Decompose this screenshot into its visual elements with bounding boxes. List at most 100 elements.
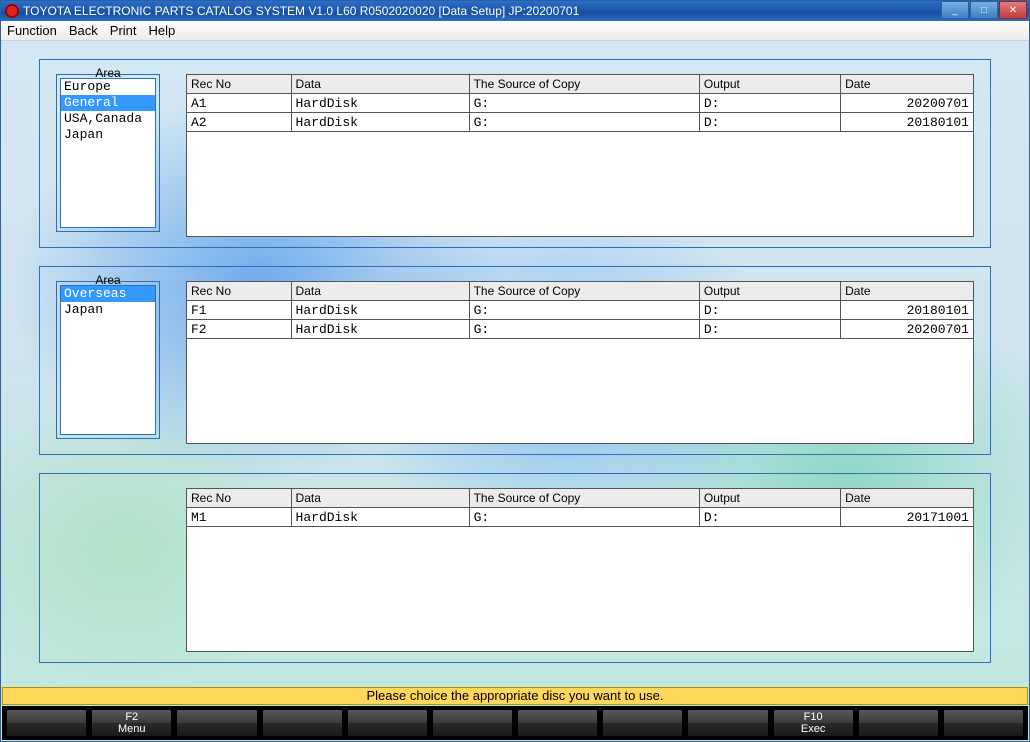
cell-data: HardDisk — [291, 113, 469, 132]
col-header-src-2[interactable]: The Source of Copy — [469, 489, 699, 508]
data-table-1[interactable]: Rec No Data The Source of Copy Output Da… — [186, 281, 974, 339]
cell-recno: F2 — [187, 320, 292, 339]
app-icon — [5, 4, 19, 18]
cell-date: 20200701 — [841, 94, 974, 113]
table-row[interactable]: F1 HardDisk G: D: 20180101 — [187, 301, 974, 320]
cell-out: D: — [699, 320, 840, 339]
fkey-f2-label: Menu — [118, 723, 146, 735]
area-box-1: Area Overseas Japan — [56, 281, 160, 439]
col-header-recno-2[interactable]: Rec No — [187, 489, 292, 508]
cell-src: G: — [469, 508, 699, 527]
menu-back[interactable]: Back — [69, 23, 98, 38]
cell-data: HardDisk — [291, 508, 469, 527]
cell-data: HardDisk — [291, 94, 469, 113]
cell-date: 20171001 — [841, 508, 974, 527]
panel-2: Rec No Data The Source of Copy Output Da… — [39, 473, 991, 663]
col-header-date-2[interactable]: Date — [841, 489, 974, 508]
menu-help[interactable]: Help — [149, 23, 176, 38]
fkey-f2[interactable]: F2 Menu — [91, 709, 172, 737]
col-header-src-0[interactable]: The Source of Copy — [469, 75, 699, 94]
cell-src: G: — [469, 301, 699, 320]
area-item-general[interactable]: General — [61, 95, 155, 111]
fkey-f10[interactable]: F10 Exec — [773, 709, 854, 737]
area-item-japan-0[interactable]: Japan — [61, 127, 155, 143]
col-header-date-1[interactable]: Date — [841, 282, 974, 301]
col-header-data-0[interactable]: Data — [291, 75, 469, 94]
maximize-button[interactable]: □ — [970, 1, 998, 19]
fkey-f6[interactable] — [432, 709, 513, 737]
table-pad-1 — [186, 339, 974, 444]
cell-src: G: — [469, 94, 699, 113]
app-window: TOYOTA ELECTRONIC PARTS CATALOG SYSTEM V… — [0, 0, 1030, 742]
area-label-1: Area — [91, 273, 124, 287]
table-row[interactable]: A2 HardDisk G: D: 20180101 — [187, 113, 974, 132]
fkey-f1[interactable] — [6, 709, 87, 737]
fkey-f10-label: Exec — [801, 723, 825, 735]
table-row[interactable]: A1 HardDisk G: D: 20200701 — [187, 94, 974, 113]
panel-0: Area Europe General USA,Canada Japan Rec… — [39, 59, 991, 248]
col-header-out-1[interactable]: Output — [699, 282, 840, 301]
area-frame-1: Area Overseas Japan — [56, 281, 160, 439]
area-item-europe[interactable]: Europe — [61, 79, 155, 95]
cell-out: D: — [699, 301, 840, 320]
window-controls: _ □ ✕ — [940, 1, 1027, 19]
fkey-f11[interactable] — [858, 709, 939, 737]
window-title: TOYOTA ELECTRONIC PARTS CATALOG SYSTEM V… — [23, 4, 579, 18]
cell-recno: F1 — [187, 301, 292, 320]
table-wrap-0: Rec No Data The Source of Copy Output Da… — [186, 74, 974, 237]
table-row[interactable]: M1 HardDisk G: D: 20171001 — [187, 508, 974, 527]
area-list-0[interactable]: Europe General USA,Canada Japan — [60, 78, 156, 228]
area-item-japan-1[interactable]: Japan — [61, 302, 155, 318]
cell-recno: M1 — [187, 508, 292, 527]
panel-1: Area Overseas Japan Rec No Data The Sour… — [39, 266, 991, 455]
area-item-usa-canada[interactable]: USA,Canada — [61, 111, 155, 127]
cell-out: D: — [699, 508, 840, 527]
fkey-f12[interactable] — [943, 709, 1024, 737]
status-bar: Please choice the appropriate disc you w… — [2, 687, 1028, 705]
client-area: Area Europe General USA,Canada Japan Rec… — [1, 41, 1029, 741]
cell-data: HardDisk — [291, 320, 469, 339]
col-header-data-2[interactable]: Data — [291, 489, 469, 508]
table-pad-2 — [186, 527, 974, 652]
table-row[interactable]: F2 HardDisk G: D: 20200701 — [187, 320, 974, 339]
col-header-data-1[interactable]: Data — [291, 282, 469, 301]
minimize-button[interactable]: _ — [941, 1, 969, 19]
col-header-src-1[interactable]: The Source of Copy — [469, 282, 699, 301]
menu-print[interactable]: Print — [110, 23, 137, 38]
cell-date: 20200701 — [841, 320, 974, 339]
table-pad-0 — [186, 132, 974, 237]
area-list-1[interactable]: Overseas Japan — [60, 285, 156, 435]
fkey-f3[interactable] — [176, 709, 257, 737]
col-header-date-0[interactable]: Date — [841, 75, 974, 94]
area-box-0: Area Europe General USA,Canada Japan — [56, 74, 160, 232]
cell-src: G: — [469, 320, 699, 339]
fkey-f7[interactable] — [517, 709, 598, 737]
col-header-recno-0[interactable]: Rec No — [187, 75, 292, 94]
data-table-0[interactable]: Rec No Data The Source of Copy Output Da… — [186, 74, 974, 132]
menu-function[interactable]: Function — [7, 23, 57, 38]
data-table-2[interactable]: Rec No Data The Source of Copy Output Da… — [186, 488, 974, 527]
fkey-f10-key: F10 — [804, 711, 823, 723]
cell-out: D: — [699, 94, 840, 113]
cell-data: HardDisk — [291, 301, 469, 320]
close-button[interactable]: ✕ — [999, 1, 1027, 19]
cell-out: D: — [699, 113, 840, 132]
fkey-f5[interactable] — [347, 709, 428, 737]
cell-src: G: — [469, 113, 699, 132]
fkey-bar: F2 Menu F10 Exec — [2, 706, 1028, 740]
col-header-out-0[interactable]: Output — [699, 75, 840, 94]
area-item-overseas[interactable]: Overseas — [61, 286, 155, 302]
cell-date: 20180101 — [841, 113, 974, 132]
fkey-f9[interactable] — [687, 709, 768, 737]
fkey-f8[interactable] — [602, 709, 683, 737]
table-wrap-1: Rec No Data The Source of Copy Output Da… — [186, 281, 974, 444]
area-frame-0: Area Europe General USA,Canada Japan — [56, 74, 160, 232]
cell-date: 20180101 — [841, 301, 974, 320]
menubar: Function Back Print Help — [1, 21, 1029, 41]
fkey-f2-key: F2 — [125, 711, 138, 723]
col-header-recno-1[interactable]: Rec No — [187, 282, 292, 301]
col-header-out-2[interactable]: Output — [699, 489, 840, 508]
cell-recno: A1 — [187, 94, 292, 113]
cell-recno: A2 — [187, 113, 292, 132]
fkey-f4[interactable] — [262, 709, 343, 737]
